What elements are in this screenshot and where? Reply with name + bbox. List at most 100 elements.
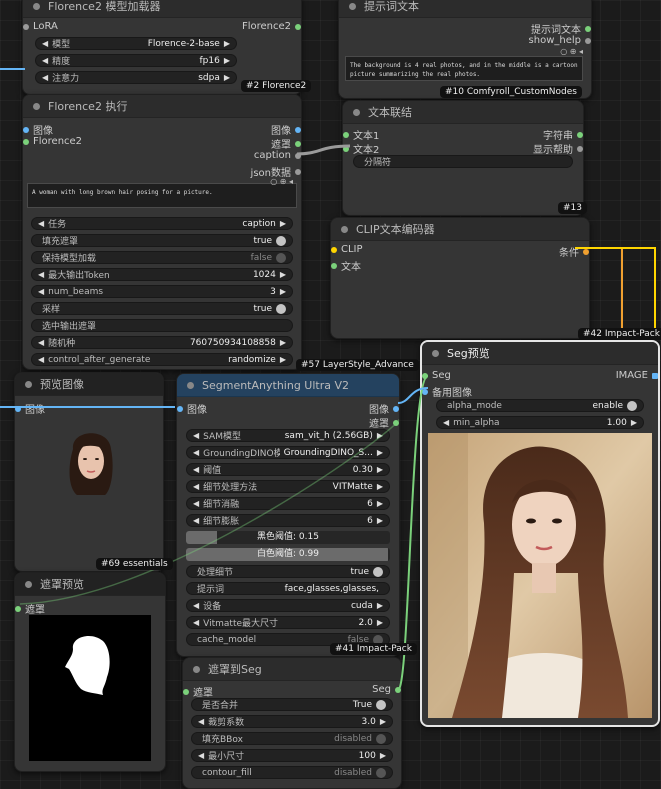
arrow-right-icon[interactable]: ▶ (280, 270, 286, 279)
arrow-right-icon[interactable]: ▶ (377, 601, 383, 610)
output-slot-string[interactable]: 字符串 (543, 127, 583, 142)
port-dot-icon[interactable] (395, 686, 401, 693)
arrow-right-icon[interactable]: ▶ (280, 219, 286, 228)
input-slot-lora[interactable]: LoRA (23, 21, 58, 32)
widget-model[interactable]: ◀ 模型 Florence-2-base ▶ (35, 37, 237, 50)
arrow-right-icon[interactable]: ▶ (631, 418, 637, 427)
port-dot-icon[interactable] (343, 145, 349, 152)
arrow-left-icon[interactable]: ◀ (38, 287, 44, 296)
output-slot-image[interactable]: 图像 (271, 122, 301, 137)
collapse-dot-icon[interactable] (432, 349, 439, 357)
arrow-right-icon[interactable]: ▶ (224, 73, 230, 82)
node-text-concat[interactable]: 文本联结 文本1 文本2 字符串 显示帮助 分隔符 (342, 100, 584, 216)
node-prompt-text[interactable]: 提示词文本 提示词文本 show_help ○ ⊕ ◂ The backgrou… (338, 0, 592, 99)
widget-separator[interactable]: 分隔符 (353, 155, 573, 168)
input-slot-image[interactable]: 图像 (15, 401, 45, 416)
input-slot-mask[interactable]: 遮罩 (15, 601, 45, 616)
port-dot-icon[interactable] (343, 131, 349, 138)
port-dot-icon[interactable] (583, 248, 589, 255)
input-slot-florence2[interactable]: Florence2 (23, 136, 82, 147)
arrow-right-icon[interactable]: ▶ (377, 465, 383, 474)
widget-process-detail[interactable]: 处理细节 true (186, 565, 390, 578)
widget-fill-mask[interactable]: 填充遮罩 true (31, 234, 293, 247)
collapse-dot-icon[interactable] (341, 225, 348, 233)
prompt-textarea[interactable]: The background is 4 real photos, and in … (345, 56, 583, 81)
node-clip-encoder[interactable]: CLIP文本编码器 CLIP 文本 条件 (330, 217, 590, 339)
input-slot-image[interactable]: 图像 (23, 122, 53, 137)
slider-white-point[interactable]: 白色阈值: 0.99 (186, 548, 390, 561)
port-dot-icon[interactable] (23, 126, 29, 133)
input-slot-text2[interactable]: 文本2 (343, 141, 379, 156)
arrow-right-icon[interactable]: ▶ (377, 618, 383, 627)
arrow-left-icon[interactable]: ◀ (193, 516, 199, 525)
node-seg-preview[interactable]: Seg预览 Seg 备用图像 IMAGE alpha_mode enable ◀ m… (420, 340, 660, 727)
input-slot-seg[interactable]: Seg (422, 370, 451, 381)
toggle-off-icon[interactable] (376, 733, 386, 744)
arrow-left-icon[interactable]: ◀ (198, 751, 204, 760)
arrow-right-icon[interactable]: ▶ (380, 717, 386, 726)
arrow-left-icon[interactable]: ◀ (193, 618, 199, 627)
arrow-left-icon[interactable]: ◀ (193, 448, 199, 457)
arrow-left-icon[interactable]: ◀ (38, 270, 44, 279)
arrow-right-icon[interactable]: ▶ (377, 499, 383, 508)
port-dot-icon[interactable] (23, 138, 29, 145)
arrow-left-icon[interactable]: ◀ (42, 39, 48, 48)
arrow-left-icon[interactable]: ◀ (198, 717, 204, 726)
arrow-right-icon[interactable]: ▶ (224, 39, 230, 48)
widget-output-mask-select[interactable]: 选中输出遮罩 (31, 319, 293, 332)
port-dot-icon[interactable] (393, 419, 399, 426)
port-dot-icon[interactable] (183, 688, 189, 695)
port-dot-icon[interactable] (393, 405, 399, 412)
widget-num-beams[interactable]: ◀ num_beams 3 ▶ (31, 285, 293, 298)
toggle-off-icon[interactable] (276, 252, 286, 263)
widget-alpha-mode[interactable]: alpha_mode enable (436, 399, 644, 412)
toggle-on-icon[interactable] (276, 303, 286, 314)
arrow-left-icon[interactable]: ◀ (38, 219, 44, 228)
port-dot-icon[interactable] (295, 140, 301, 147)
toggle-on-icon[interactable] (627, 400, 637, 411)
arrow-left-icon[interactable]: ◀ (193, 601, 199, 610)
input-slot-text1[interactable]: 文本1 (343, 127, 379, 142)
input-slot-mask[interactable]: 遮罩 (183, 684, 213, 699)
port-dot-icon[interactable] (177, 405, 183, 412)
arrow-left-icon[interactable]: ◀ (193, 499, 199, 508)
port-dot-icon[interactable] (15, 605, 21, 612)
collapse-dot-icon[interactable] (187, 381, 194, 389)
face-preview-thumbnail[interactable] (65, 429, 117, 495)
widget-sample[interactable]: 采样 true (31, 302, 293, 315)
port-dot-icon[interactable] (295, 152, 301, 159)
arrow-right-icon[interactable]: ▶ (377, 516, 383, 525)
widget-control-after-generate[interactable]: ◀ control_after_generate randomize ▶ (31, 353, 293, 366)
widget-precision[interactable]: ◀ 精度 fp16 ▶ (35, 54, 237, 67)
slider-black-point[interactable]: 黑色阈值: 0.15 (186, 531, 390, 544)
arrow-left-icon[interactable]: ◀ (443, 418, 449, 427)
output-slot-prompt-text[interactable]: 提示词文本 (531, 21, 591, 36)
widget-keep-model-loaded[interactable]: 保持模型加载 false (31, 251, 293, 264)
textarea-controls[interactable]: ○ ⊕ ◂ (270, 177, 293, 186)
widget-detail-method[interactable]: ◀ 细节处理方法 VITMatte ▶ (186, 480, 390, 493)
collapse-dot-icon[interactable] (33, 2, 40, 10)
arrow-right-icon[interactable]: ▶ (280, 338, 286, 347)
arrow-right-icon[interactable]: ▶ (224, 56, 230, 65)
output-slot-show-help[interactable]: 显示帮助 (533, 141, 583, 156)
widget-detail-dilate[interactable]: ◀ 细节膨胀 6 ▶ (186, 514, 390, 527)
port-dot-icon[interactable] (295, 23, 301, 30)
node-florence2-run[interactable]: Florence2 执行 图像 Florence2 图像 遮罩 caption … (22, 94, 302, 370)
arrow-right-icon[interactable]: ▶ (380, 751, 386, 760)
port-dot-icon[interactable] (331, 246, 337, 253)
widget-contour-fill[interactable]: contour_fill disabled (191, 766, 393, 779)
widget-task[interactable]: ◀ 任务 caption ▶ (31, 217, 293, 230)
node-mask-preview[interactable]: 遮罩预览 遮罩 (14, 572, 166, 772)
mask-preview-image[interactable] (29, 615, 151, 761)
arrow-left-icon[interactable]: ◀ (193, 431, 199, 440)
port-dot-icon[interactable] (295, 168, 301, 175)
widget-device[interactable]: ◀ 设备 cuda ▶ (186, 599, 390, 612)
widget-detail-erode[interactable]: ◀ 细节消融 6 ▶ (186, 497, 390, 510)
output-slot-seg[interactable]: Seg (372, 684, 401, 695)
port-dot-icon[interactable] (577, 145, 583, 152)
port-dot-icon[interactable] (422, 388, 428, 395)
port-dot-icon[interactable] (585, 25, 591, 32)
widget-vitmatte-max-size[interactable]: ◀ Vitmatte最大尺寸 2.0 ▶ (186, 616, 390, 629)
arrow-left-icon[interactable]: ◀ (42, 73, 48, 82)
node-segment-anything[interactable]: SegmentAnything Ultra V2 图像 图像 遮罩 ◀ SAM模型… (176, 373, 400, 657)
